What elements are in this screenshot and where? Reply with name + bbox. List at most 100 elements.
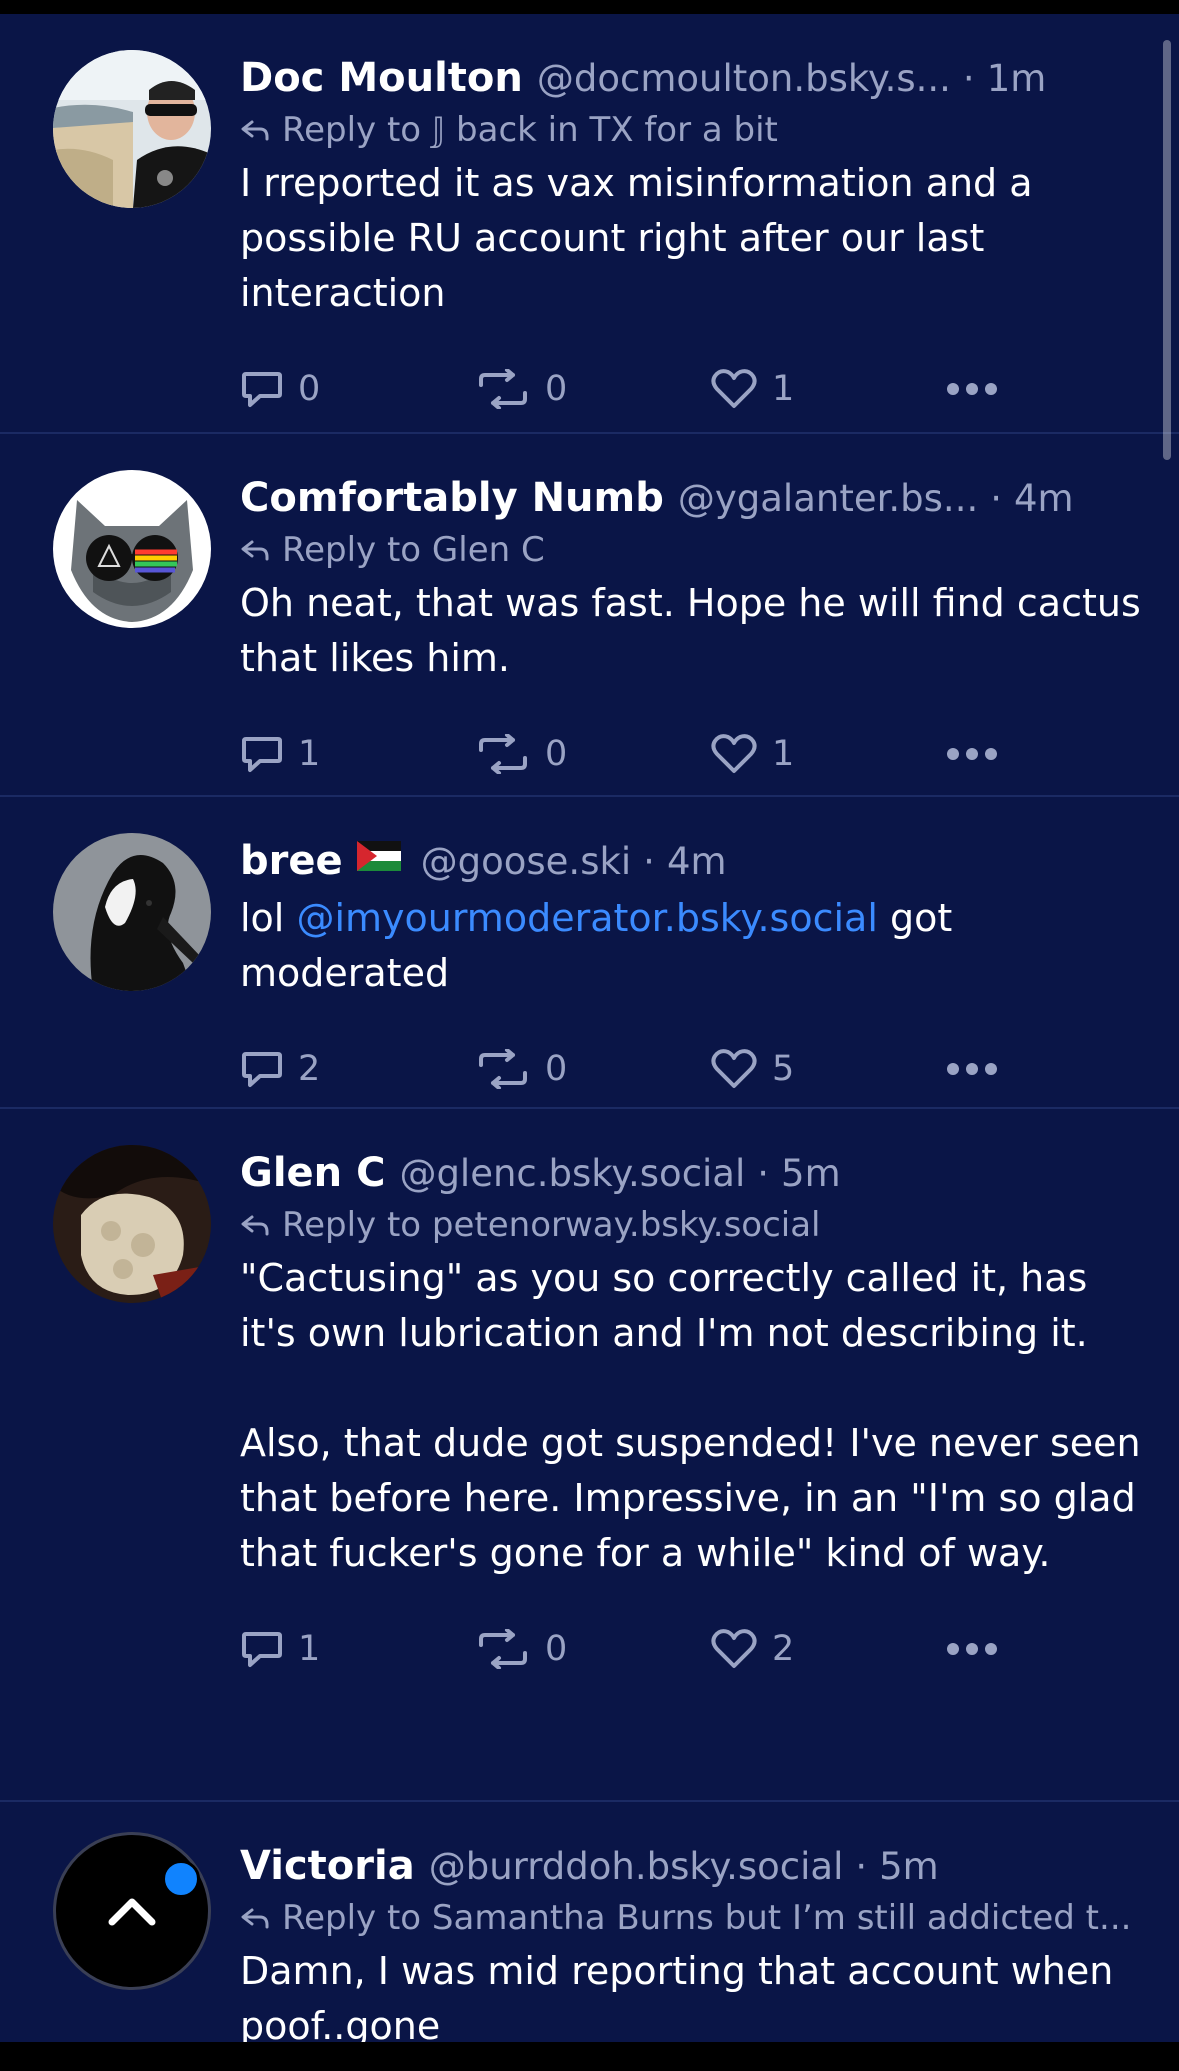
reply-icon — [242, 737, 282, 772]
post-header: Victoria @burrddoh.bsky.social · 5m — [240, 1838, 1149, 1894]
feed[interactable]: Doc Moulton @docmoulton.bsky.s... · 1m R… — [0, 14, 1179, 2042]
reply-button[interactable]: 2 — [240, 1049, 475, 1089]
reply-context[interactable]: Reply to Samantha Burns but I’m still ad… — [240, 1894, 1149, 1942]
separator: · — [855, 1845, 868, 1888]
post-text-prefix: lol — [240, 896, 297, 940]
author-name[interactable]: Victoria — [240, 1838, 415, 1894]
separator: · — [643, 840, 655, 883]
palestine-flag-icon — [356, 841, 401, 871]
post[interactable]: bree @goose.ski · 4m lol @imyourmoderato… — [0, 797, 1179, 1109]
reply-button[interactable]: 1 — [240, 734, 475, 774]
reply-count: 1 — [298, 1629, 321, 1669]
mention-link[interactable]: @imyourmoderator.bsky.social — [296, 896, 877, 940]
reply-arrow-icon — [241, 120, 269, 141]
author-name[interactable]: Glen C — [240, 1145, 385, 1201]
reply-count: 0 — [298, 369, 321, 409]
reply-arrow-icon — [241, 1908, 269, 1929]
post-time[interactable]: 1m — [987, 51, 1047, 107]
post-text: Damn, I was mid reporting that account w… — [240, 1949, 1126, 2042]
separator: · — [757, 1152, 770, 1195]
post-time[interactable]: 4m — [1014, 471, 1074, 527]
reply-count: 1 — [298, 734, 321, 774]
post-actions: 1 0 2 — [240, 1609, 1149, 1689]
post-text: "Cactusing" as you so correctly called i… — [240, 1256, 1141, 1575]
repost-count: 0 — [545, 369, 568, 409]
separator: · — [990, 477, 1002, 520]
post-actions: 0 0 1 — [240, 349, 1149, 429]
reply-context[interactable]: Reply to Glen C — [240, 526, 1149, 574]
post-text: I rreported it as vax misinformation and… — [240, 161, 1045, 315]
more-button[interactable] — [945, 746, 1005, 762]
like-button[interactable]: 5 — [710, 1048, 945, 1090]
like-button[interactable]: 2 — [710, 1628, 945, 1670]
like-count: 1 — [772, 734, 795, 774]
author-name[interactable]: bree — [240, 833, 343, 889]
like-button[interactable]: 1 — [710, 733, 945, 775]
chevron-up-icon — [108, 1898, 156, 1926]
reply-icon — [242, 1632, 282, 1667]
repost-button[interactable]: 0 — [475, 1049, 710, 1089]
new-posts-indicator — [162, 1860, 200, 1898]
author-handle[interactable]: @ygalanter.bs... — [678, 471, 978, 527]
reply-context[interactable]: Reply to petenorway.bsky.social — [240, 1201, 1149, 1249]
reply-button[interactable]: 1 — [240, 1629, 475, 1669]
more-icon — [947, 748, 997, 760]
author-handle[interactable]: @goose.ski — [421, 834, 632, 890]
post-time[interactable]: 5m — [879, 1839, 939, 1895]
heart-icon — [711, 369, 757, 408]
more-button[interactable] — [945, 381, 1005, 397]
post-text: Oh neat, that was fast. Hope he will fin… — [240, 581, 1153, 680]
scrollbar[interactable] — [1163, 40, 1171, 460]
post[interactable]: Comfortably Numb @ygalanter.bs... · 4m R… — [0, 434, 1179, 797]
avatar[interactable] — [53, 833, 211, 991]
reply-button[interactable]: 0 — [240, 369, 475, 409]
scroll-to-top-button[interactable] — [53, 1832, 211, 1990]
separator: · — [962, 57, 975, 100]
repost-button[interactable]: 0 — [475, 1629, 710, 1669]
post-time[interactable]: 4m — [667, 834, 727, 890]
repost-button[interactable]: 0 — [475, 734, 710, 774]
like-count: 2 — [772, 1629, 795, 1669]
heart-icon — [711, 1049, 757, 1088]
reply-icon — [242, 1052, 282, 1087]
avatar[interactable] — [53, 1145, 211, 1303]
author-handle[interactable]: @glenc.bsky.social — [399, 1146, 745, 1202]
reply-arrow-icon — [241, 540, 269, 561]
reply-count: 2 — [298, 1049, 321, 1089]
like-button[interactable]: 1 — [710, 368, 945, 410]
status-bar — [0, 0, 1179, 14]
repost-count: 0 — [545, 734, 568, 774]
repost-icon — [479, 1049, 527, 1089]
post-time[interactable]: 5m — [781, 1146, 841, 1202]
home-indicator-bar — [0, 2042, 1179, 2071]
avatar[interactable] — [53, 470, 211, 628]
reply-to-label: Reply to Glen C — [282, 530, 545, 570]
heart-icon — [711, 734, 757, 773]
post-header: Glen C @glenc.bsky.social · 5m — [240, 1145, 1149, 1201]
more-icon — [947, 383, 997, 395]
repost-icon — [479, 1629, 527, 1669]
reply-to-label: Reply to Samantha Burns but I’m still ad… — [282, 1898, 1132, 1938]
heart-icon — [711, 1629, 757, 1668]
repost-count: 0 — [545, 1629, 568, 1669]
post-actions: 1 0 1 — [240, 714, 1149, 794]
more-button[interactable] — [945, 1061, 1005, 1077]
repost-button[interactable]: 0 — [475, 369, 710, 409]
repost-icon — [479, 369, 527, 409]
author-handle[interactable]: @docmoulton.bsky.s... — [537, 51, 951, 107]
more-button[interactable] — [945, 1641, 1005, 1657]
post-header: Doc Moulton @docmoulton.bsky.s... · 1m — [240, 50, 1149, 106]
author-name[interactable]: Comfortably Numb — [240, 470, 664, 526]
more-icon — [947, 1063, 997, 1075]
post-actions: 2 0 5 — [240, 1029, 1149, 1109]
author-name[interactable]: Doc Moulton — [240, 50, 523, 106]
reply-arrow-icon — [241, 1215, 269, 1236]
post[interactable]: Glen C @glenc.bsky.social · 5m Reply to … — [0, 1109, 1179, 1802]
post[interactable]: Doc Moulton @docmoulton.bsky.s... · 1m R… — [0, 14, 1179, 434]
post-header: Comfortably Numb @ygalanter.bs... · 4m — [240, 470, 1149, 526]
reply-context[interactable]: Reply to 𝕁 back in TX for a bit — [240, 106, 1149, 154]
author-handle[interactable]: @burrddoh.bsky.social — [429, 1839, 844, 1895]
post-header: bree @goose.ski · 4m — [240, 833, 1149, 889]
reply-icon — [242, 372, 282, 407]
avatar[interactable] — [53, 50, 211, 208]
